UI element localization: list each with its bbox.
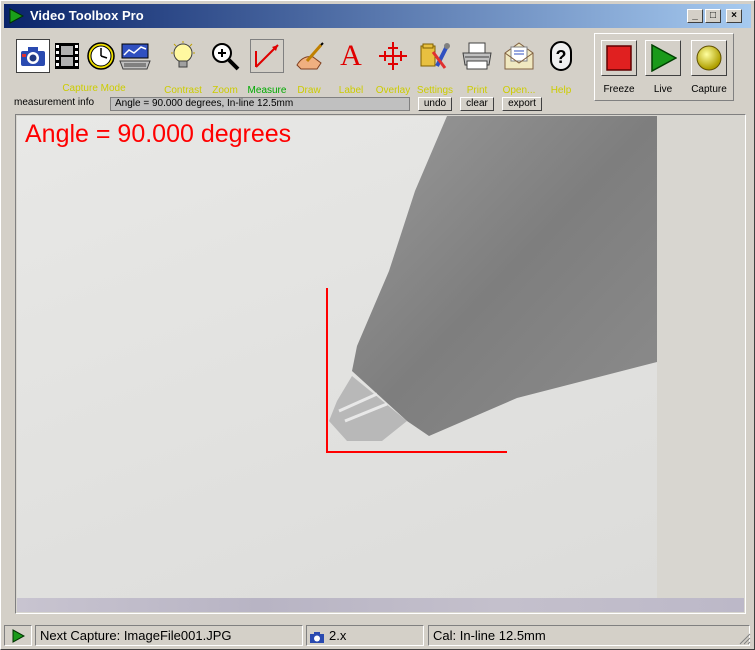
printer-icon	[460, 39, 494, 73]
live-label: Live	[653, 84, 673, 95]
stop-square-icon	[601, 40, 637, 76]
draw-button[interactable]: Draw	[290, 35, 328, 96]
next-capture-status: Next Capture: ImageFile001.JPG	[35, 625, 303, 646]
svg-text:?: ?	[556, 47, 567, 67]
zoom-button[interactable]: Zoom	[206, 35, 244, 96]
help-icon: ?	[544, 39, 578, 73]
overlay-button[interactable]: Overlay	[374, 35, 412, 96]
calibration-status: Cal: In-line 12.5mm	[428, 625, 750, 646]
camera-small-icon	[310, 631, 324, 643]
help-button[interactable]: ? Help	[542, 35, 580, 96]
minimize-icon: _	[692, 10, 698, 21]
image-content	[326, 116, 657, 453]
magnifier-icon	[208, 39, 242, 73]
label-button[interactable]: A Label	[332, 35, 370, 96]
measure-button[interactable]: Measure	[248, 35, 286, 96]
clock-icon	[84, 39, 118, 73]
minimize-button[interactable]: _	[687, 9, 703, 23]
window-title: Video Toolbox Pro	[30, 8, 144, 23]
close-button[interactable]: ×	[726, 9, 742, 23]
crosshair-icon	[376, 39, 410, 73]
viewer-bottom-strip	[17, 598, 744, 612]
measure-icon	[250, 39, 284, 73]
help-label: Help	[550, 85, 572, 96]
maximize-button[interactable]: □	[705, 9, 721, 23]
viewer-blank-area	[657, 116, 745, 598]
app-window: Video Toolbox Pro _ □ × Capture Mode Con…	[0, 0, 755, 650]
title-bar[interactable]: Video Toolbox Pro _ □ ×	[4, 4, 751, 28]
app-play-icon	[9, 8, 24, 24]
resize-grip-icon[interactable]	[739, 633, 751, 645]
settings-button[interactable]: Settings	[416, 35, 454, 96]
freeze-button[interactable]: Freeze	[597, 38, 641, 100]
angle-readout-text: Angle = 90.000 degrees	[25, 120, 292, 148]
toolbar: Capture Mode Contrast Zoom Measure Draw	[4, 31, 751, 113]
capture-label: Capture	[691, 84, 727, 95]
scanner-icon	[118, 39, 152, 73]
capture-mode-label: Capture Mode	[62, 83, 126, 94]
clear-button[interactable]: clear	[460, 97, 494, 111]
status-bar: Next Capture: ImageFile001.JPG 2.x Cal: …	[4, 624, 753, 647]
measurement-info-field[interactable]: Angle = 90.000 degrees, In-line 12.5mm	[110, 97, 410, 111]
status-play-cell[interactable]	[4, 625, 32, 646]
live-button[interactable]: Live	[641, 38, 685, 100]
measurement-info-row: measurement info Angle = 90.000 degrees,…	[14, 97, 559, 111]
lightbulb-icon	[166, 39, 200, 73]
yellow-ball-icon	[691, 40, 727, 76]
pencil-hand-icon	[292, 39, 326, 73]
camera-icon	[16, 39, 50, 73]
close-icon: ×	[731, 10, 737, 21]
contrast-button[interactable]: Contrast	[164, 35, 202, 96]
captured-image[interactable]: Angle = 90.000 degrees	[17, 116, 657, 598]
zoom-status-value: 2.x	[329, 628, 347, 643]
tools-icon	[418, 39, 452, 73]
print-button[interactable]: Print	[458, 35, 496, 96]
capture-button[interactable]: Capture	[687, 38, 731, 100]
open-button[interactable]: Open...	[500, 35, 538, 96]
film-strip-icon	[50, 39, 84, 73]
capture-control-panel: Freeze Live Capture	[594, 33, 734, 101]
probe-body-shape	[352, 116, 657, 436]
image-viewer[interactable]: Angle = 90.000 degrees	[15, 114, 746, 614]
measurement-info-label: measurement info	[14, 97, 95, 108]
maximize-icon: □	[709, 10, 717, 21]
undo-button[interactable]: undo	[418, 97, 452, 111]
open-envelope-icon	[502, 39, 536, 73]
zoom-status: 2.x	[306, 625, 424, 646]
export-button[interactable]: export	[502, 97, 542, 111]
status-play-icon	[12, 628, 25, 643]
play-triangle-icon	[645, 40, 681, 76]
letter-a-icon: A	[340, 39, 362, 72]
